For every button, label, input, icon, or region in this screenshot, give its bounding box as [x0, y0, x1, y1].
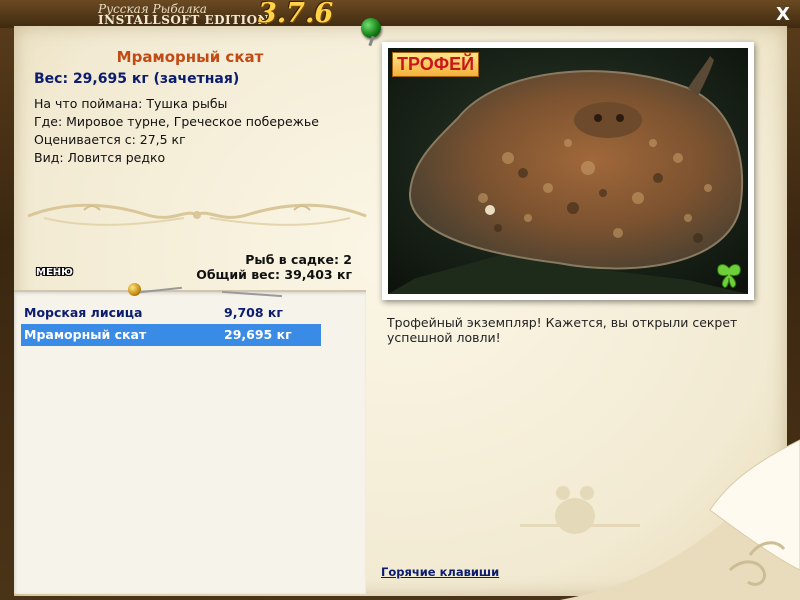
- title-bar: Русская Рыбалка INSTALLSOFT EDITION 3.7.…: [0, 0, 800, 29]
- version-label: 3.7.6: [258, 0, 334, 29]
- kind-info: Вид: Ловится редко: [34, 150, 166, 165]
- catch-row-selected[interactable]: Мраморный скат 29,695 кг: [21, 324, 321, 346]
- fish-info: На что поймана: Тушка рыбы Где: Мировое …: [34, 95, 319, 167]
- trophy-badge: ТРОФЕЙ: [392, 52, 480, 77]
- close-button[interactable]: X: [774, 6, 792, 24]
- catch-weight: 29,695 кг: [224, 327, 292, 342]
- trophy-description: Трофейный экземпляр! Кажется, вы открыли…: [387, 315, 738, 345]
- bait-info: На что поймана: Тушка рыбы: [34, 96, 228, 111]
- hotkeys-link[interactable]: Горячие клавиши: [381, 565, 499, 579]
- catch-weight: 9,708 кг: [224, 305, 283, 320]
- location-info: Где: Мировое турне, Греческое побережье: [34, 114, 319, 129]
- butterfly-icon[interactable]: [714, 260, 744, 290]
- catch-stats: Рыб в садке: 2 Общий вес: 39,403 кг: [180, 252, 352, 282]
- catch-name: Мраморный скат: [24, 327, 147, 342]
- fish-weight: Вес: 29,695 кг (зачетная): [34, 71, 240, 87]
- menu-button[interactable]: МЕНЮ: [33, 267, 76, 278]
- page-curl-decoration: [520, 439, 800, 600]
- catch-row[interactable]: Морская лисица 9,708 кг: [21, 302, 321, 324]
- valued-info: Оценивается с: 27,5 кг: [34, 132, 186, 147]
- fish-photo: ТРОФЕЙ: [388, 48, 748, 294]
- fish-photo-frame: ТРОФЕЙ: [382, 42, 754, 300]
- fish-count: Рыб в садке: 2: [245, 252, 352, 267]
- catch-name: Морская лисица: [24, 305, 143, 320]
- title-main-text: INSTALLSOFT EDITION: [98, 13, 270, 27]
- yellow-pin-icon: [128, 283, 141, 296]
- total-weight: Общий вес: 39,403 кг: [196, 267, 352, 282]
- stingray-image: [388, 48, 748, 294]
- ornament-divider: [27, 203, 367, 226]
- fish-name-title: Мраморный скат: [116, 48, 264, 66]
